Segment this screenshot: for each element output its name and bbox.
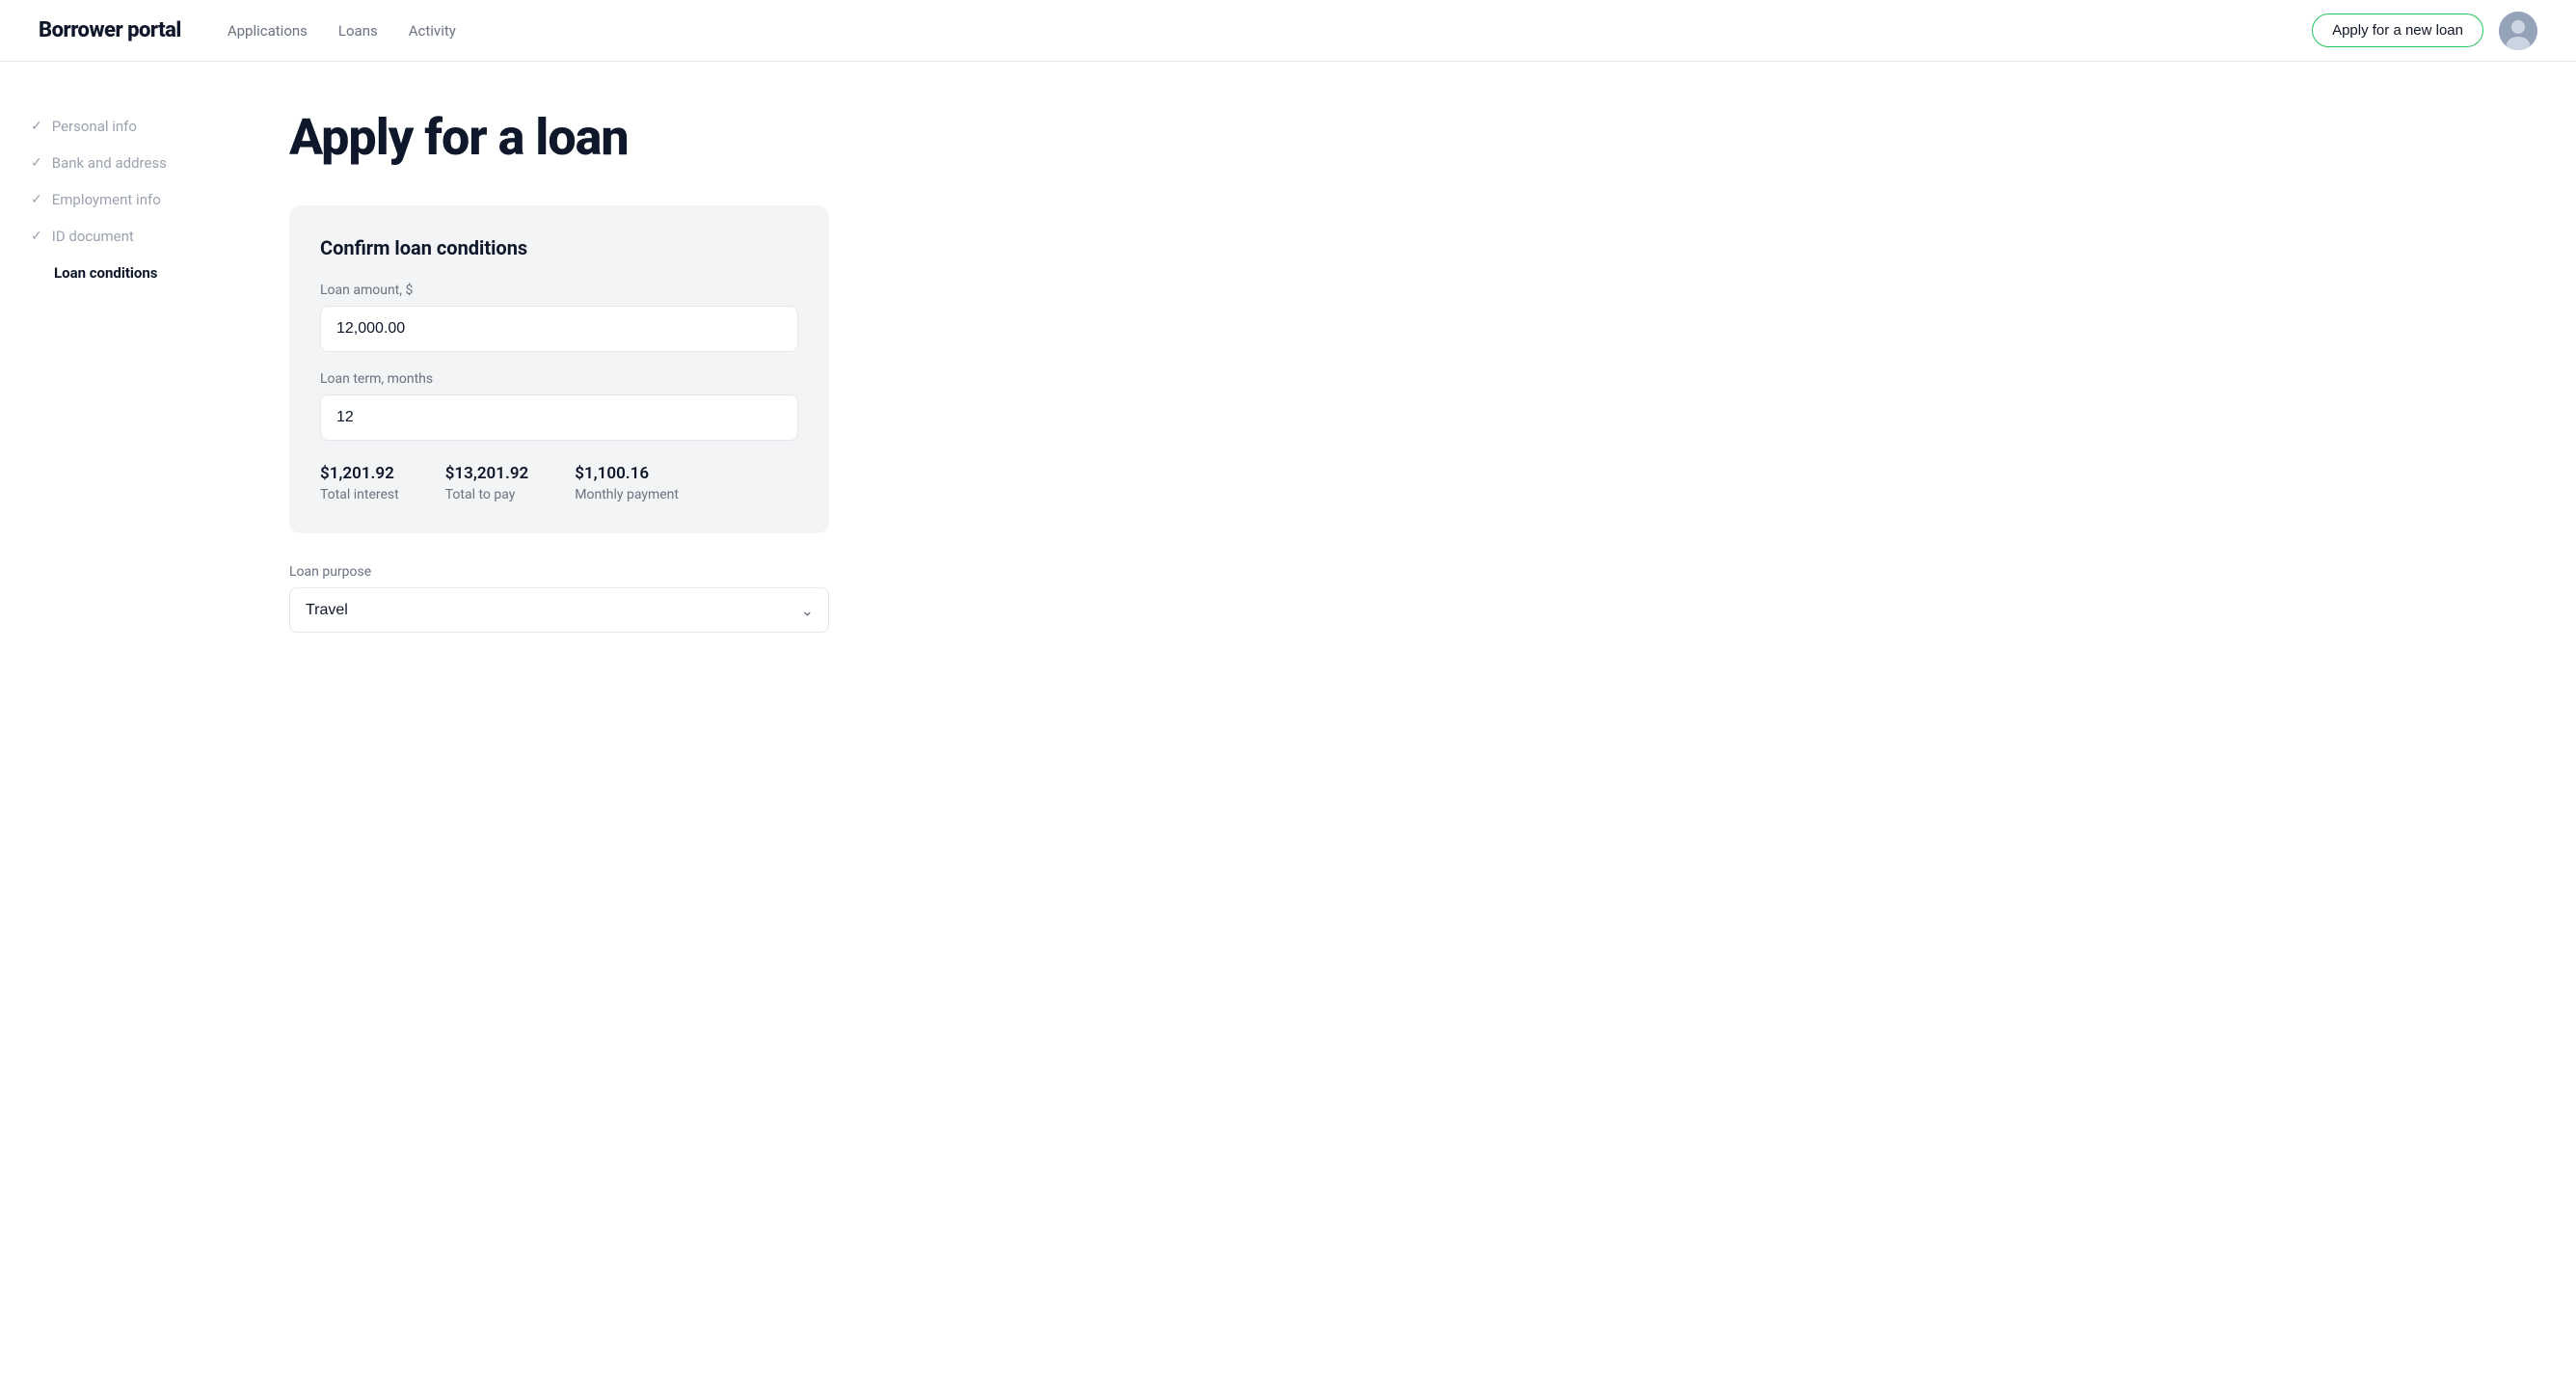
sidebar-item-bank-address[interactable]: ✓ Bank and address: [31, 145, 201, 181]
monthly-payment: $1,100.16 Monthly payment: [575, 464, 679, 502]
total-interest-label: Total interest: [320, 487, 399, 502]
loan-amount-group: Loan amount, $: [320, 283, 798, 352]
main-layout: ✓ Personal info ✓ Bank and address ✓ Emp…: [0, 62, 2576, 1382]
loan-term-input[interactable]: [320, 394, 798, 441]
loan-amount-input[interactable]: [320, 306, 798, 352]
loan-conditions-card: Confirm loan conditions Loan amount, $ L…: [289, 205, 829, 533]
check-icon-bank-address: ✓: [31, 155, 42, 171]
sidebar-label-loan-conditions: Loan conditions: [54, 264, 157, 282]
brand-name: Borrower portal: [39, 18, 181, 42]
avatar[interactable]: [2499, 12, 2537, 50]
main-nav: Applications Loans Activity: [228, 22, 456, 40]
sidebar-label-personal-info: Personal info: [52, 118, 137, 135]
sidebar-label-id-document: ID document: [52, 228, 134, 245]
check-icon-personal-info: ✓: [31, 119, 42, 134]
loan-purpose-select[interactable]: Travel Home improvement Debt consolidati…: [289, 587, 829, 633]
total-to-pay-value: $13,201.92: [445, 464, 529, 483]
loan-purpose-label: Loan purpose: [289, 564, 829, 580]
check-icon-employment-info: ✓: [31, 192, 42, 207]
sidebar: ✓ Personal info ✓ Bank and address ✓ Emp…: [0, 62, 231, 1382]
avatar-image: [2499, 12, 2537, 50]
total-interest-value: $1,201.92: [320, 464, 399, 483]
main-content: Apply for a loan Confirm loan conditions…: [231, 62, 1099, 1382]
loan-purpose-select-wrapper: Travel Home improvement Debt consolidati…: [289, 587, 829, 633]
sidebar-item-personal-info[interactable]: ✓ Personal info: [31, 108, 201, 145]
sidebar-item-loan-conditions[interactable]: Loan conditions: [31, 255, 201, 291]
header: Borrower portal Applications Loans Activ…: [0, 0, 2576, 62]
nav-applications[interactable]: Applications: [228, 22, 308, 40]
total-to-pay-label: Total to pay: [445, 487, 529, 502]
loan-amount-label: Loan amount, $: [320, 283, 798, 298]
loan-term-label: Loan term, months: [320, 371, 798, 387]
loan-purpose-section: Loan purpose Travel Home improvement Deb…: [289, 564, 829, 633]
check-icon-id-document: ✓: [31, 229, 42, 244]
loan-term-group: Loan term, months: [320, 371, 798, 441]
monthly-payment-label: Monthly payment: [575, 487, 679, 502]
total-interest: $1,201.92 Total interest: [320, 464, 399, 502]
loan-summary-row: $1,201.92 Total interest $13,201.92 Tota…: [320, 464, 798, 502]
page-title: Apply for a loan: [289, 108, 1041, 167]
sidebar-label-bank-address: Bank and address: [52, 154, 167, 172]
total-to-pay: $13,201.92 Total to pay: [445, 464, 529, 502]
sidebar-item-employment-info[interactable]: ✓ Employment info: [31, 181, 201, 218]
apply-new-loan-button[interactable]: Apply for a new loan: [2312, 14, 2483, 47]
nav-loans[interactable]: Loans: [338, 22, 378, 40]
header-left: Borrower portal Applications Loans Activ…: [39, 18, 456, 42]
sidebar-item-id-document[interactable]: ✓ ID document: [31, 218, 201, 255]
card-title: Confirm loan conditions: [320, 236, 798, 259]
monthly-payment-value: $1,100.16: [575, 464, 679, 483]
nav-activity[interactable]: Activity: [409, 22, 456, 40]
sidebar-label-employment-info: Employment info: [52, 191, 161, 208]
header-right: Apply for a new loan: [2312, 12, 2537, 50]
